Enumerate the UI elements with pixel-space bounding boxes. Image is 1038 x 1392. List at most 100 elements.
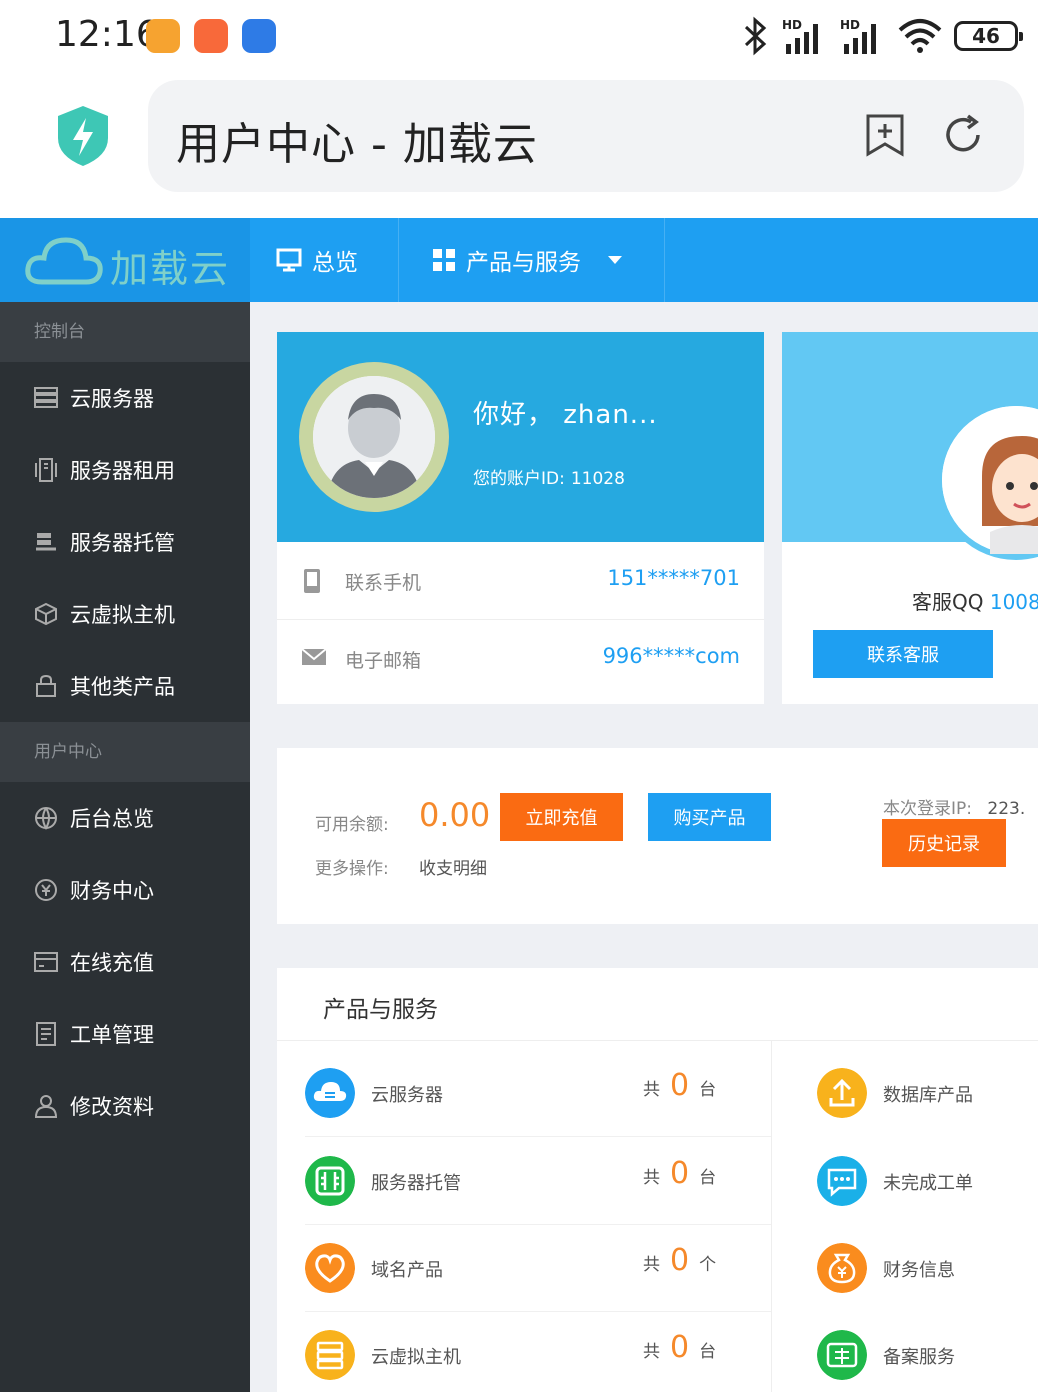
buy-product-button[interactable]: 购买产品	[648, 793, 771, 841]
shield-icon[interactable]	[54, 104, 112, 168]
sidebar-item-profile[interactable]: 修改资料	[0, 1070, 250, 1142]
sidebar-label: 其他类产品	[70, 675, 175, 699]
sidebar-item-server-hosting[interactable]: 服务器托管	[0, 506, 250, 578]
recharge-button[interactable]: 立即充值	[500, 793, 623, 841]
sidebar-label: 工单管理	[70, 1023, 154, 1047]
login-ip: 本次登录IP: 223.	[883, 794, 1025, 819]
divider	[771, 1040, 772, 1392]
products-title: 产品与服务	[323, 997, 438, 1023]
email-row: 电子邮箱 996*****com	[277, 620, 764, 698]
sidebar-label: 财务中心	[70, 879, 154, 903]
count-value: 0	[670, 1068, 690, 1103]
email-value: 996*****com	[602, 644, 740, 668]
nav-overview[interactable]: 总览	[276, 218, 358, 302]
sidebar-item-finance[interactable]: 财务中心	[0, 854, 250, 926]
product-name: 域名产品	[371, 1260, 443, 1281]
phone-value: 151*****701	[607, 566, 740, 590]
count-value: 0	[670, 1156, 690, 1191]
page-title: 用户中心 - 加载云	[176, 119, 538, 170]
sidebar-item-cloud-vhost[interactable]: 云虚拟主机	[0, 578, 250, 650]
card-icon	[34, 952, 58, 972]
sidebar-item-recharge[interactable]: 在线充值	[0, 926, 250, 998]
product-cloud-vhost[interactable]: 云虚拟主机 共0台	[277, 1310, 771, 1392]
product-name: 数据库产品	[883, 1085, 973, 1106]
sidebar-item-dashboard[interactable]: 后台总览	[0, 782, 250, 854]
user-icon	[34, 1095, 58, 1118]
count-unit: 台	[699, 1342, 717, 1362]
qq-label: 客服QQ	[912, 590, 984, 614]
product-domain[interactable]: 域名产品 共0个	[277, 1223, 771, 1309]
nav-products-services[interactable]: 产品与服务	[432, 218, 625, 302]
products-services-card: 产品与服务 云服务器 共0台 服务器托管 共0台 域名产品 共0个 云虚拟主机 …	[277, 968, 1038, 1392]
brand-logo[interactable]: 加载云	[0, 218, 250, 302]
count-prefix: 共	[643, 1080, 660, 1100]
sidebar-label: 云虚拟主机	[70, 603, 175, 627]
product-cloud-server[interactable]: 云服务器 共0台	[277, 1048, 771, 1134]
browser-bar: 用户中心 - 加载云	[0, 74, 1038, 218]
divider	[277, 1040, 1038, 1041]
vhost-icon	[305, 1330, 355, 1380]
product-name: 云虚拟主机	[371, 1347, 461, 1368]
product-count: 共0个	[643, 1243, 716, 1278]
cloud-server-icon	[305, 1068, 355, 1118]
count-unit: 台	[699, 1168, 717, 1188]
sidebar-item-cloud-server[interactable]: 云服务器	[0, 362, 250, 434]
bookmark-add-icon[interactable]	[862, 112, 908, 158]
count-unit: 台	[699, 1080, 717, 1100]
product-name: 财务信息	[883, 1260, 955, 1281]
sidebar-label: 修改资料	[70, 1095, 154, 1119]
shopping-app-icon	[194, 19, 228, 53]
balance-card: 可用余额: 0.00 立即充值 购买产品 更多操作: 收支明细 本次登录IP: …	[277, 748, 1038, 924]
app-notification-icon	[146, 19, 180, 53]
transactions-link[interactable]: 收支明细	[419, 854, 487, 879]
sidebar-label: 服务器托管	[70, 531, 175, 555]
balance-label: 可用余额:	[315, 815, 389, 835]
bluetooth-icon	[744, 16, 767, 56]
server-hosting-icon	[305, 1156, 355, 1206]
address-bar[interactable]: 用户中心 - 加载云	[148, 80, 1024, 192]
count-value: 0	[670, 1243, 690, 1278]
product-database[interactable]: 数据库产品	[789, 1048, 1038, 1134]
nav-overview-label: 总览	[312, 250, 358, 276]
login-ip-value: 223.	[987, 799, 1026, 819]
signal-icon: HD	[782, 18, 818, 54]
refresh-icon[interactable]	[940, 112, 986, 158]
chat-icon	[817, 1156, 867, 1206]
sidebar-item-server-rental[interactable]: 服务器租用	[0, 434, 250, 506]
count-prefix: 共	[643, 1342, 660, 1362]
status-indicators: HD HD 46	[740, 14, 1023, 58]
sidebar-item-other-products[interactable]: 其他类产品	[0, 650, 250, 722]
default-avatar-icon	[313, 376, 435, 498]
document-icon	[36, 1022, 56, 1046]
nav-divider	[398, 218, 399, 302]
product-name: 未完成工单	[883, 1173, 973, 1194]
status-time: 12:16	[55, 14, 159, 55]
contact-service-button[interactable]: 联系客服	[813, 630, 993, 678]
balance-value: 0.00	[419, 796, 491, 834]
email-label: 电子邮箱	[345, 650, 422, 672]
product-filing-service[interactable]: 备案服务	[789, 1310, 1038, 1392]
lock-icon	[36, 674, 56, 697]
service-qq: 客服QQ 1008	[912, 586, 1038, 615]
customer-service-card: 客服QQ 1008 联系客服	[782, 332, 1038, 704]
server-rack-icon	[35, 458, 57, 482]
account-id-line: 您的账户ID: 11028	[473, 464, 625, 489]
avatar	[299, 362, 449, 512]
product-open-tickets[interactable]: 未完成工单	[789, 1136, 1038, 1222]
sidebar-label: 在线充值	[70, 951, 154, 975]
product-name: 服务器托管	[371, 1173, 461, 1194]
nav-divider	[664, 218, 665, 302]
history-button[interactable]: 历史记录	[882, 819, 1006, 867]
sidebar-group-console: 控制台	[0, 302, 250, 362]
hosting-icon	[36, 533, 56, 551]
sidebar-item-tickets[interactable]: 工单管理	[0, 998, 250, 1070]
money-bag-icon	[817, 1243, 867, 1293]
status-bar: 12:16 HD HD 46	[0, 0, 1038, 74]
product-finance-info[interactable]: 财务信息	[789, 1223, 1038, 1309]
sidebar-group-user-center: 用户中心	[0, 722, 250, 782]
product-server-hosting[interactable]: 服务器托管 共0台	[277, 1136, 771, 1222]
product-count: 共0台	[643, 1068, 716, 1103]
agent-avatar-icon	[942, 406, 1038, 554]
count-prefix: 共	[643, 1255, 660, 1275]
signal-label-2: HD	[840, 18, 860, 32]
